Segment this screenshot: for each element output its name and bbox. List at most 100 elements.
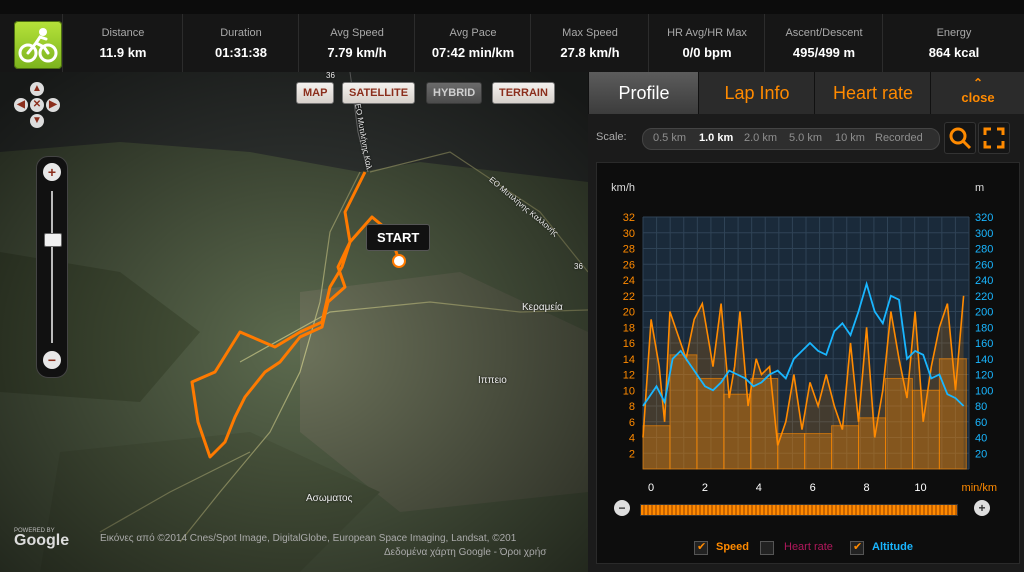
cycling-icon[interactable] [14,21,62,69]
y-right-tick-label: 180 [975,322,993,334]
chart-zoom-in-button[interactable]: + [974,500,990,516]
chart-zoom-out-button[interactable]: − [614,500,630,516]
y-right-tick-label: 60 [975,417,987,429]
scale-label: Scale: [596,131,627,143]
x-tick-label: 10 [914,482,926,494]
x-tick-label: 8 [864,482,870,494]
map-type-button-map[interactable]: MAP [296,82,335,104]
magnifier-icon [949,127,972,150]
y-right-tick-label: 160 [975,338,993,350]
tab-lap-info[interactable]: Lap Info [698,72,815,114]
zoom-in-button[interactable]: + [43,163,61,181]
scale-options: 0.5 km 1.0 km 2.0 km 5.0 km 10 km Record… [642,128,940,150]
stat-cell: Avg Speed 7.79 km/h [298,14,415,72]
stat-label: Duration [220,27,262,39]
stat-cell: Distance 11.9 km [62,14,183,72]
y-left-tick-label: 26 [623,259,635,271]
stat-label: Avg Speed [330,27,384,39]
stat-cell: Energy 864 kcal [882,14,1024,72]
pan-up-button[interactable]: ▲ [30,82,44,96]
y-right-tick-label: 300 [975,228,993,240]
scale-option[interactable]: 2.0 km [744,132,777,144]
y-left-tick-label: 2 [629,448,635,460]
y-left-tick-label: 14 [623,354,635,366]
tab-profile[interactable]: Profile [588,72,699,114]
y-right-tick-label: 320 [975,212,993,224]
y-right-tick-label: 220 [975,291,993,303]
y-left-tick-label: 6 [629,417,635,429]
stat-cell: Max Speed 27.8 km/h [530,14,649,72]
stat-value: 01:31:38 [214,45,268,60]
zoom-track[interactable] [51,191,53,343]
x-tick-label: 2 [702,482,708,494]
stat-value: 7.79 km/h [327,45,387,60]
y-right-tick-label: 40 [975,433,987,445]
profile-chart[interactable]: 2468101214161820222426283032204060801001… [597,163,1019,563]
altitude-checkbox[interactable]: ✔ [850,541,864,555]
stat-cell: Duration 01:31:38 [182,14,299,72]
expand-icon [983,127,1005,149]
y-left-tick-label: 30 [623,228,635,240]
stat-label: HR Avg/HR Max [667,27,747,39]
pan-center-button[interactable]: ✕ [30,98,44,112]
y-right-tick-label: 200 [975,307,993,319]
map-view[interactable]: MAP SATELLITE HYBRID TERRAIN ▲ ◀ ✕ ▶ ▼ + − … [0,72,588,572]
tab-heart-rate[interactable]: Heart rate [814,72,931,114]
scale-option[interactable]: Recorded [875,132,923,144]
x-tick-label: 4 [756,482,762,494]
chart-range-slider[interactable] [640,504,958,516]
x-unit-label: min/km [962,482,997,494]
zoom-slider-thumb[interactable] [44,233,62,247]
pan-right-button[interactable]: ▶ [46,98,60,112]
stat-value: 495/499 m [792,45,856,60]
road-number-label: 36 [574,262,583,271]
stat-label: Max Speed [562,27,618,39]
stat-value: 07:42 min/km [431,45,515,60]
profile-panel: Profile Lap Info Heart rate ⌃ close Scal… [588,72,1024,572]
y-right-tick-label: 140 [975,354,993,366]
stat-value: 27.8 km/h [560,45,620,60]
fullscreen-button[interactable] [978,122,1010,154]
y-right-tick-label: 240 [975,275,993,287]
pan-control: ▲ ◀ ✕ ▶ ▼ [14,82,60,152]
scale-option[interactable]: 0.5 km [653,132,686,144]
x-tick-label: 6 [810,482,816,494]
map-credits: Εικόνες από ©2014 Cnes/Spot Image, Digit… [100,533,517,544]
scale-option[interactable]: 5.0 km [789,132,822,144]
scale-option[interactable]: 10 km [835,132,865,144]
y-left-tick-label: 12 [623,370,635,382]
map-type-button-terrain[interactable]: TERRAIN [492,82,555,104]
chevron-up-icon: ⌃ [972,76,984,90]
speed-checkbox[interactable]: ✔ [694,541,708,555]
google-logo[interactable]: Google [14,532,69,550]
zoom-chart-button[interactable] [944,122,976,154]
pan-down-button[interactable]: ▼ [30,114,44,128]
y-left-tick-label: 8 [629,401,635,413]
stat-cell: Avg Pace 07:42 min/km [414,14,531,72]
scale-option[interactable]: 1.0 km [699,132,733,144]
y-right-tick-label: 120 [975,370,993,382]
legend-altitude-label: Altitude [872,541,913,553]
map-type-button-hybrid[interactable]: HYBRID [426,82,483,104]
start-marker-label: START [366,224,431,251]
y-left-tick-label: 24 [623,275,635,287]
place-label: Ιππειο [478,375,507,386]
stat-value: 11.9 km [99,45,147,60]
y-left-tick-label: 4 [629,433,635,445]
map-terms-link[interactable]: Δεδομένα χάρτη Google - Όροι χρήσ [384,547,546,558]
y-left-tick-label: 16 [623,338,635,350]
place-label: Ασωματος [306,493,353,504]
stat-value: 0/0 bpm [682,45,732,60]
heart-rate-checkbox[interactable] [760,541,774,555]
stat-label: Energy [936,27,972,39]
zoom-out-button[interactable]: − [43,351,61,369]
close-label: close [961,90,995,105]
map-type-button-satellite[interactable]: SATELLITE [342,82,416,104]
y-right-unit-label: m [975,182,984,194]
pan-left-button[interactable]: ◀ [14,98,28,112]
stat-label: Avg Pace [449,27,497,39]
y-left-tick-label: 10 [623,385,635,397]
close-button[interactable]: ⌃ close [930,72,1024,114]
y-left-tick-label: 18 [623,322,635,334]
map-terrain [0,72,588,572]
